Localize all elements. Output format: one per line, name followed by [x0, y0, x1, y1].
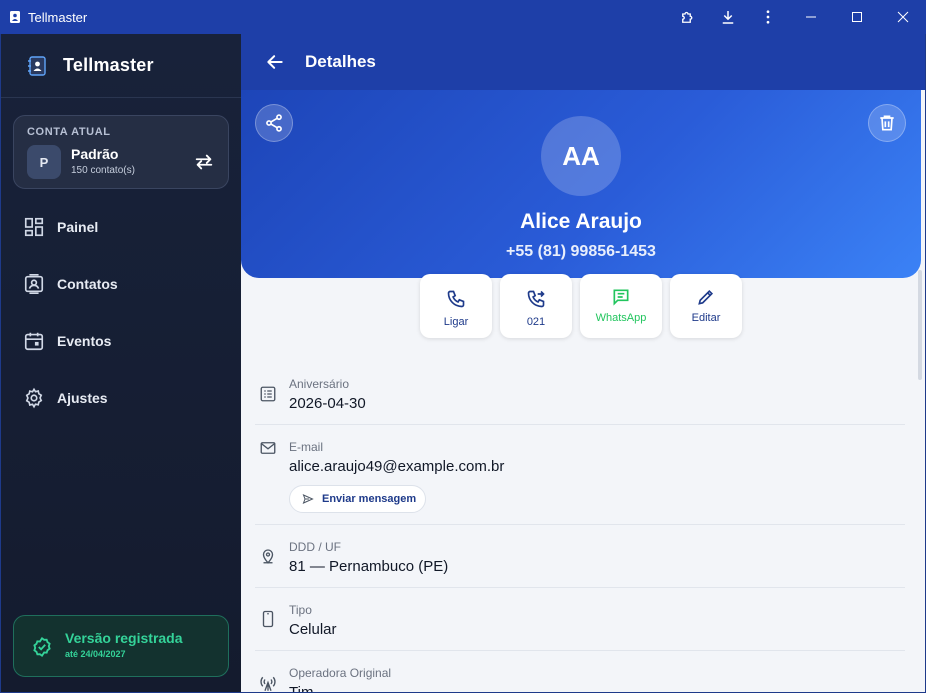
contact-hero: AA Alice Araujo +55 (81) 99856-1453 [241, 90, 921, 278]
detail-label: Operadora Original [289, 666, 392, 680]
whatsapp-label: WhatsApp [595, 312, 647, 324]
detail-tipo: Tipo Celular [255, 588, 905, 651]
detail-operadora: Operadora Original Tim [255, 651, 905, 692]
more-vertical-icon [766, 10, 770, 24]
version-title: Versão registrada [65, 630, 183, 646]
call-021-label: 021 [526, 316, 546, 328]
delete-button[interactable] [868, 104, 906, 142]
share-button[interactable] [255, 104, 293, 142]
detail-value: Tim [289, 684, 313, 692]
send-message-label: Enviar mensagem [322, 493, 417, 505]
whatsapp-button[interactable]: WhatsApp [580, 274, 662, 338]
maximize-icon [852, 12, 862, 22]
call-button[interactable]: Ligar [420, 274, 492, 338]
page-title: Detalhes [305, 52, 376, 71]
account-name: Padrão [71, 146, 119, 162]
mobile-phone-icon [262, 610, 274, 628]
call-021-button[interactable]: 021 [500, 274, 572, 338]
nav-item-contatos[interactable]: Contatos [1, 259, 241, 309]
switch-account-button[interactable] [192, 150, 216, 174]
dashboard-icon [23, 216, 45, 238]
maximize-button[interactable] [834, 0, 880, 34]
minimize-button[interactable] [788, 0, 834, 34]
detail-label: E-mail [289, 440, 324, 454]
send-message-button[interactable]: Enviar mensagem [289, 485, 426, 513]
main-content: Detalhes AA Alice Araujo +55 (81) 99856-… [241, 34, 925, 692]
detail-value: 81 — Pernambuco (PE) [289, 558, 449, 575]
calendar-icon [23, 330, 45, 352]
nav-label: Contatos [57, 276, 118, 292]
window-title: Tellmaster [28, 9, 88, 25]
version-card: Versão registrada até 24/04/2027 [13, 615, 229, 677]
contact-avatar: AA [541, 116, 621, 196]
detail-value: Celular [289, 621, 337, 638]
nav-label: Eventos [57, 333, 112, 349]
gear-icon [23, 387, 45, 409]
window-titlebar: Tellmaster [0, 0, 926, 34]
detail-email: E-mail alice.araujo49@example.com.br Env… [255, 425, 905, 525]
location-pin-icon [262, 549, 274, 564]
mail-icon [260, 442, 276, 454]
minimize-icon [806, 16, 816, 18]
phone-forward-icon [525, 288, 547, 310]
back-button[interactable] [263, 50, 287, 74]
check-badge-icon [33, 636, 51, 658]
app-icon [8, 10, 22, 24]
detail-label: Tipo [289, 603, 312, 617]
detail-value: 2026-04-30 [289, 395, 366, 412]
contact-book-icon [28, 55, 46, 76]
version-expiry: até 24/04/2027 [65, 649, 126, 659]
account-avatar: P [27, 145, 61, 179]
extensions-button[interactable] [668, 0, 708, 34]
account-label: CONTA ATUAL [27, 126, 111, 138]
detail-label: DDD / UF [289, 540, 341, 554]
brand-name: Tellmaster [63, 55, 154, 75]
trash-icon [880, 115, 894, 131]
scrollbar[interactable] [918, 270, 922, 380]
download-button[interactable] [708, 0, 748, 34]
detail-ddd-uf: DDD / UF 81 — Pernambuco (PE) [255, 525, 905, 588]
message-icon [610, 286, 632, 308]
send-icon [302, 494, 314, 504]
brand: Tellmaster [1, 34, 241, 98]
contact-name: Alice Araujo [520, 210, 642, 233]
contact-phone: +55 (81) 99856-1453 [506, 243, 656, 260]
share-icon [266, 114, 282, 132]
detail-birthday: Aniversário 2026-04-30 [255, 360, 905, 425]
nav-label: Ajustes [57, 390, 108, 406]
close-icon [897, 11, 909, 23]
detail-value: alice.araujo49@example.com.br [289, 458, 505, 475]
nav-item-painel[interactable]: Painel [1, 202, 241, 252]
sidebar: Tellmaster CONTA ATUAL P Padrão 150 cont… [1, 34, 241, 692]
edit-label: Editar [691, 312, 721, 324]
puzzle-icon [682, 11, 693, 23]
nav-label: Painel [57, 219, 99, 235]
account-card[interactable]: CONTA ATUAL P Padrão 150 contato(s) [13, 115, 229, 189]
more-menu-button[interactable] [748, 0, 788, 34]
call-label: Ligar [443, 316, 469, 328]
download-icon [722, 11, 734, 24]
nav-item-ajustes[interactable]: Ajustes [1, 373, 241, 423]
edit-button[interactable]: Editar [670, 274, 742, 338]
detail-label: Aniversário [289, 377, 350, 391]
close-button[interactable] [880, 0, 926, 34]
phone-icon [445, 288, 467, 310]
calendar-list-icon [260, 386, 276, 402]
header-bar: Detalhes [241, 34, 925, 90]
antenna-icon [260, 676, 276, 691]
pencil-icon [695, 286, 717, 308]
swap-arrows-icon [195, 154, 213, 170]
arrow-left-icon [267, 55, 283, 69]
account-contact-count: 150 contato(s) [71, 165, 135, 176]
contacts-icon [23, 273, 45, 295]
nav-item-eventos[interactable]: Eventos [1, 316, 241, 366]
